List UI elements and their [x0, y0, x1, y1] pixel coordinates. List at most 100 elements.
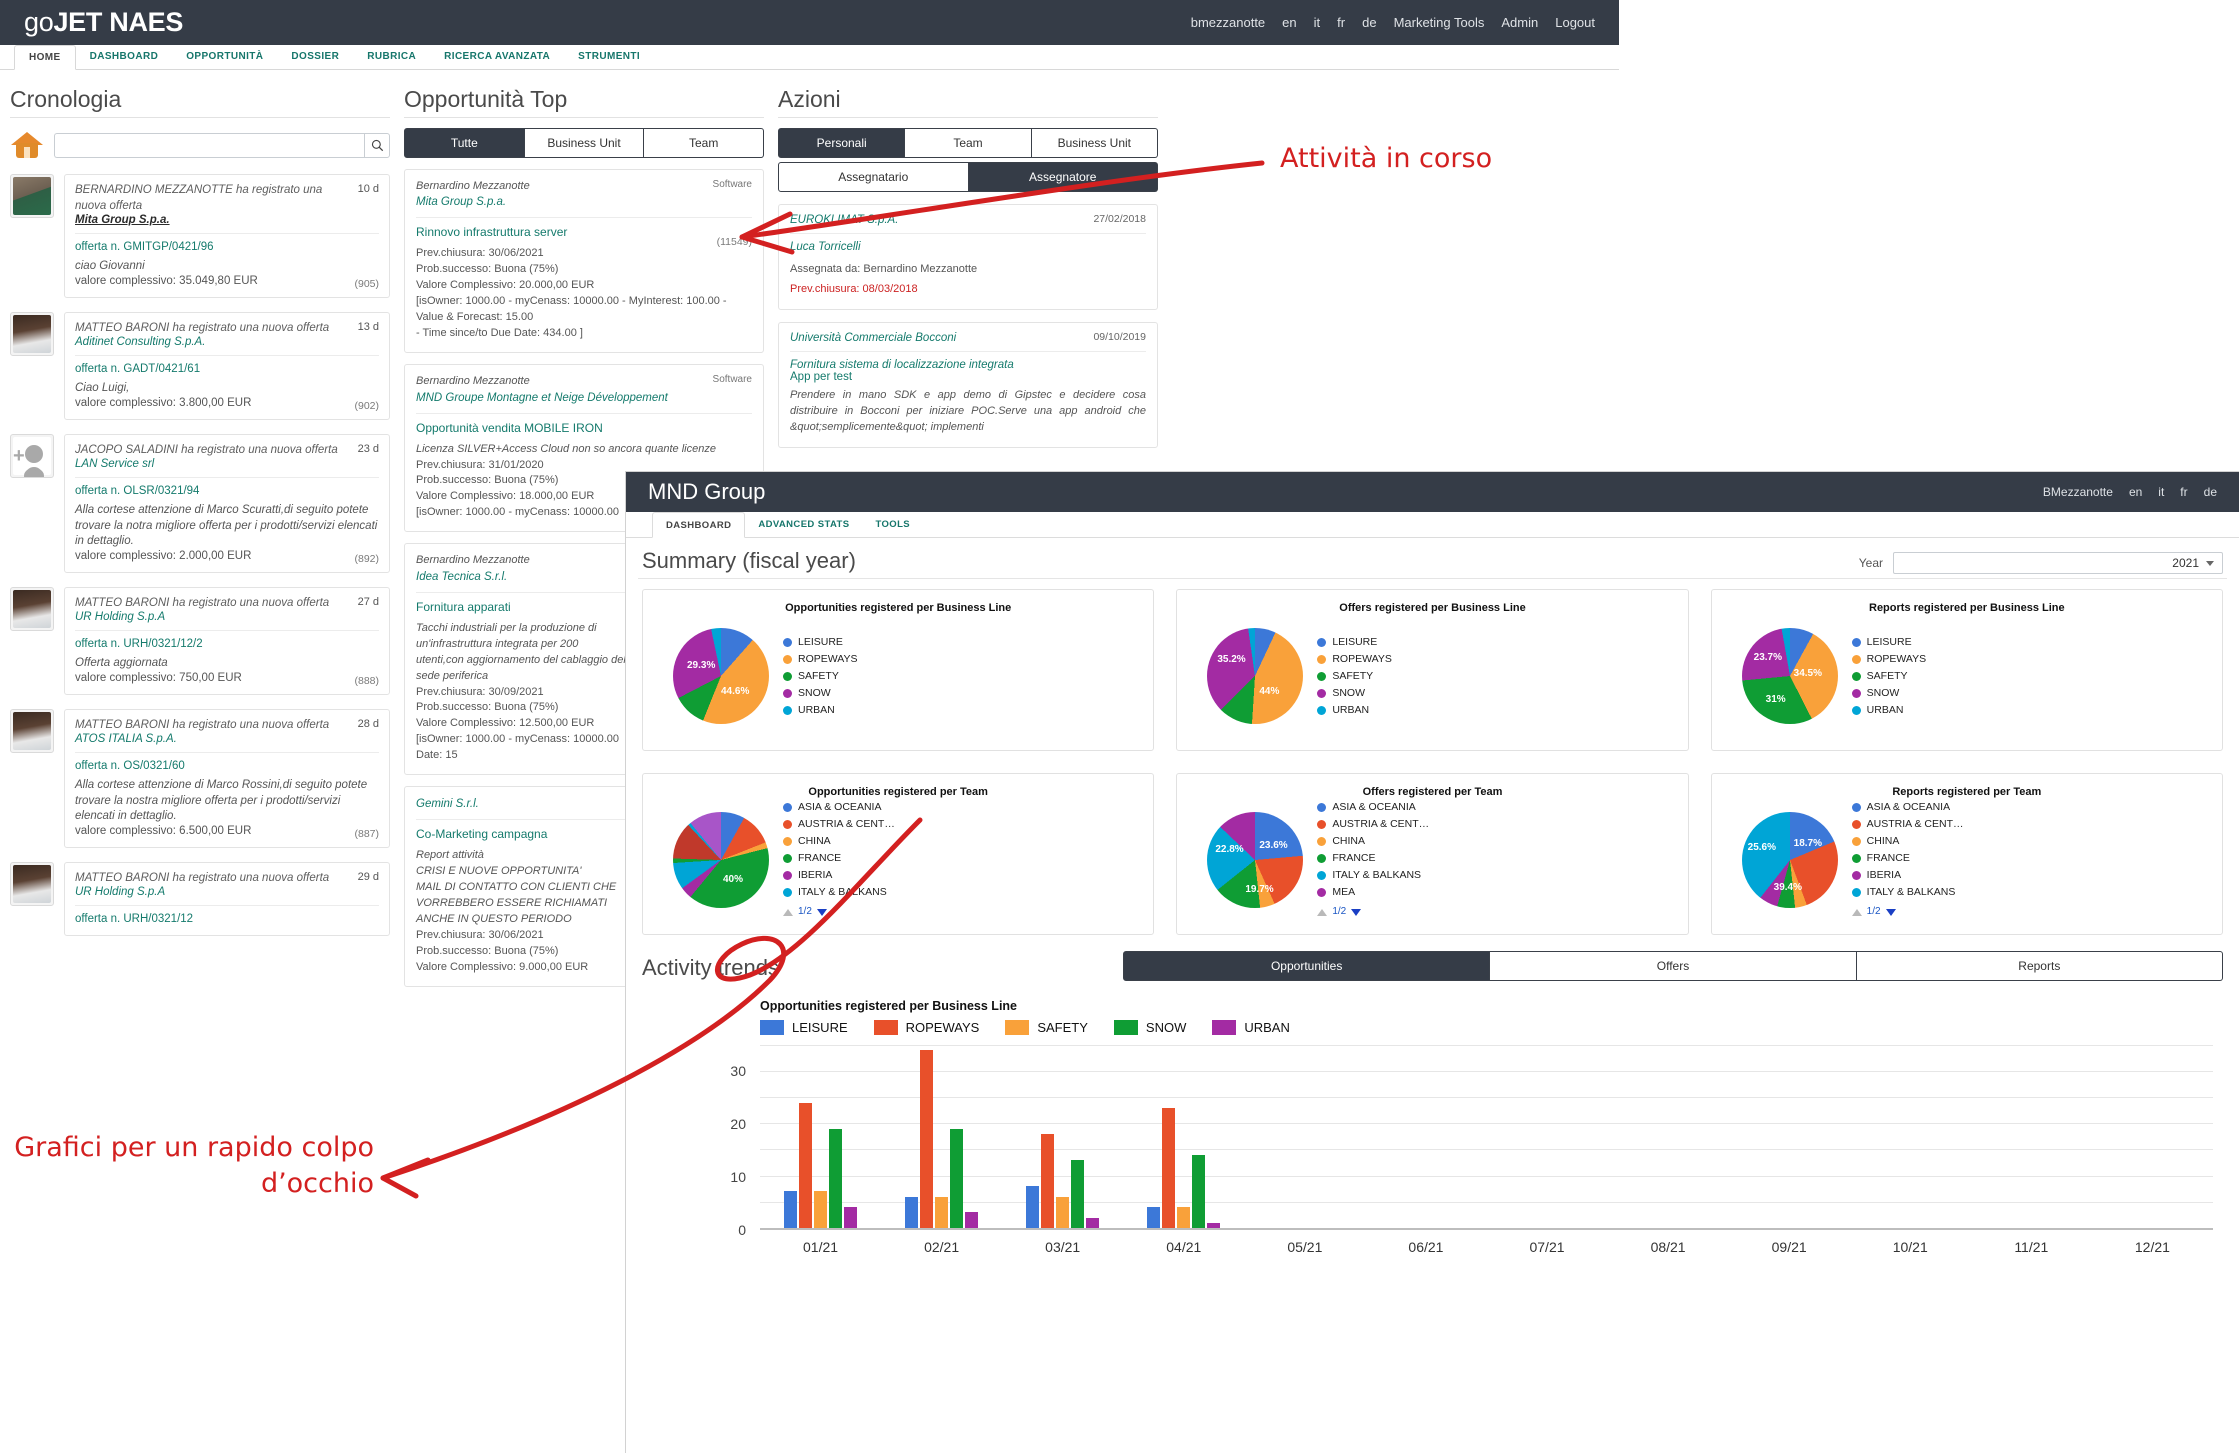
timeline-company[interactable]: Aditinet Consulting S.p.A.: [75, 336, 379, 348]
segment-assegnatario[interactable]: Assegnatario: [778, 162, 969, 192]
action-title[interactable]: Fornitura sistema di localizzazione inte…: [790, 359, 1146, 371]
mnd-nav-lang-fr[interactable]: fr: [2180, 485, 2187, 499]
segment-business-unit[interactable]: Business Unit: [524, 128, 645, 158]
segment-business-unit[interactable]: Business Unit: [1031, 128, 1158, 158]
nav-lang-fr[interactable]: fr: [1337, 15, 1345, 30]
list-item[interactable]: MATTEO BARONI ha registrato una nuova of…: [10, 861, 390, 937]
opportunity-card[interactable]: Bernardino Mezzanotte Mita Group S.p.a. …: [404, 169, 764, 354]
mnd-nav-lang-en[interactable]: en: [2129, 485, 2142, 499]
segment-assegnatore[interactable]: Assegnatore: [968, 162, 1158, 192]
legend-pager[interactable]: 1/2: [783, 904, 895, 920]
nav-lang-en[interactable]: en: [1282, 15, 1296, 30]
segment-team[interactable]: Team: [905, 128, 1032, 158]
opportunity-title[interactable]: Opportunità vendita MOBILE IRON: [416, 421, 752, 435]
bar-groups: [760, 1045, 2213, 1228]
timeline-action: MATTEO BARONI ha registrato una nuova of…: [75, 718, 330, 731]
pager-down-icon[interactable]: [1351, 909, 1362, 916]
nav-lang-de[interactable]: de: [1362, 15, 1376, 30]
timeline-company[interactable]: ATOS ITALIA S.p.A.: [75, 733, 379, 745]
mnd-nav-lang-it[interactable]: it: [2158, 485, 2164, 499]
legend-label: IBERIA: [1866, 869, 1902, 882]
search-box: [54, 132, 390, 158]
pager-up-icon[interactable]: [1317, 909, 1328, 916]
segment-offers[interactable]: Offers: [1490, 951, 1857, 981]
list-item[interactable]: JACOPO SALADINI ha registrato una nuova …: [10, 433, 390, 573]
activity-trends-title: Activity trends: [642, 955, 779, 980]
tab-opportunita[interactable]: OPPORTUNITÀ: [172, 45, 277, 69]
mnd-tab-tools[interactable]: TOOLS: [862, 512, 923, 537]
year-select[interactable]: 2021: [1893, 552, 2223, 574]
pager-up-icon[interactable]: [783, 909, 793, 916]
nav-admin[interactable]: Admin: [1501, 15, 1538, 30]
opportunity-company[interactable]: MND Groupe Montagne et Neige Développeme…: [416, 390, 713, 406]
pie-chart: 44.6% 29.3%: [673, 628, 769, 724]
timeline-body: Ciao Luigi,: [75, 382, 130, 395]
search-input[interactable]: [54, 132, 364, 158]
pie-label: 35.2%: [1217, 654, 1246, 665]
tab-dashboard[interactable]: DASHBOARD: [76, 45, 173, 69]
nav-marketing-tools[interactable]: Marketing Tools: [1394, 15, 1485, 30]
legend-pager[interactable]: 1/2: [1851, 904, 1964, 920]
list-item[interactable]: MATTEO BARONI ha registrato una nuova of…: [10, 586, 390, 695]
mnd-nav-lang-de[interactable]: de: [2204, 485, 2217, 499]
nav-username[interactable]: bmezzanotte: [1191, 15, 1265, 30]
timeline-company[interactable]: UR Holding S.p.A: [75, 886, 379, 898]
pager-down-icon[interactable]: [1885, 909, 1896, 916]
mnd-nav-username[interactable]: BMezzanotte: [2043, 485, 2113, 499]
nav-lang-it[interactable]: it: [1314, 15, 1321, 30]
mnd-tab-dashboard[interactable]: DASHBOARD: [652, 512, 746, 538]
timeline-offer-link[interactable]: offerta n. OS/0321/60: [75, 760, 379, 772]
bar: [784, 1191, 798, 1228]
legend-label: ITALY & BALKANS: [798, 886, 887, 899]
bar-group: [760, 1045, 881, 1228]
timeline-age: 23 d: [357, 442, 379, 455]
legend-pager[interactable]: 1/2: [1317, 904, 1429, 920]
segment-tutte[interactable]: Tutte: [404, 128, 525, 158]
nav-logout[interactable]: Logout: [1555, 15, 1595, 30]
mnd-tab-advanced-stats[interactable]: ADVANCED STATS: [745, 512, 862, 537]
segment-team[interactable]: Team: [644, 128, 765, 158]
timeline-action: MATTEO BARONI ha registrato una nuova of…: [75, 321, 330, 334]
opportunity-title[interactable]: Rinnovo infrastruttura server: [416, 225, 752, 239]
pie-label: 18.7%: [1793, 838, 1823, 849]
list-item[interactable]: MATTEO BARONI ha registrato una nuova of…: [10, 708, 390, 848]
app-logo[interactable]: goJET NAES: [24, 7, 183, 38]
action-subtitle[interactable]: App per test: [790, 371, 1146, 383]
bar-group: [2092, 1045, 2213, 1228]
timeline-offer-link[interactable]: offerta n. OLSR/0321/94: [75, 485, 379, 497]
timeline-company[interactable]: Mita Group S.p.a.: [75, 214, 379, 226]
segment-reports[interactable]: Reports: [1856, 951, 2223, 981]
pie-label: 44.6%: [721, 686, 750, 697]
tab-rubrica[interactable]: RUBRICA: [353, 45, 430, 69]
bar: [1071, 1160, 1085, 1228]
legend-label: AUSTRIA & CENT…: [1332, 818, 1430, 831]
segment-personali[interactable]: Personali: [778, 128, 906, 158]
timeline-age: 13 d: [357, 320, 379, 333]
tab-home[interactable]: HOME: [14, 45, 76, 70]
tab-ricerca-avanzata[interactable]: RICERCA AVANZATA: [430, 45, 564, 69]
pager-up-icon[interactable]: [1851, 909, 1862, 916]
action-person[interactable]: Luca Torricelli: [790, 241, 1146, 253]
pager-down-icon[interactable]: [816, 909, 827, 916]
opportunity-company[interactable]: Mita Group S.p.a.: [416, 194, 713, 210]
segment-opportunities[interactable]: Opportunities: [1123, 951, 1491, 981]
tab-dossier[interactable]: DOSSIER: [277, 45, 353, 69]
list-item[interactable]: MATTEO BARONI ha registrato una nuova of…: [10, 311, 390, 420]
timeline-body: Alla cortese attenzione di Marco Rossini…: [75, 779, 368, 823]
legend-label: URBAN: [1244, 1020, 1290, 1035]
search-button[interactable]: [364, 132, 390, 158]
timeline-offer-link[interactable]: offerta n. URH/0321/12: [75, 913, 379, 925]
action-card[interactable]: 27/02/2018 EUROKLIMAT S.p.A. Luca Torric…: [778, 204, 1158, 310]
timeline-offer-link[interactable]: offerta n. URH/0321/12/2: [75, 638, 379, 650]
timeline-offer-link[interactable]: offerta n. GADT/0421/61: [75, 363, 379, 375]
bar: [844, 1207, 858, 1228]
home-icon[interactable]: [10, 130, 44, 160]
tab-strumenti[interactable]: STRUMENTI: [564, 45, 654, 69]
action-card[interactable]: 09/10/2019 Università Commerciale Boccon…: [778, 321, 1158, 448]
timeline-company[interactable]: LAN Service srl: [75, 458, 379, 470]
opportunita-segmented-control: Tutte Business Unit Team: [404, 128, 765, 158]
timeline-company[interactable]: UR Holding S.p.A: [75, 611, 379, 623]
list-item[interactable]: BERNARDINO MEZZANOTTE ha registrato una …: [10, 174, 390, 298]
opportunity-line: Licenza SILVER+Access Cloud non so ancor…: [416, 442, 716, 455]
timeline-offer-link[interactable]: offerta n. GMITGP/0421/96: [75, 241, 379, 253]
